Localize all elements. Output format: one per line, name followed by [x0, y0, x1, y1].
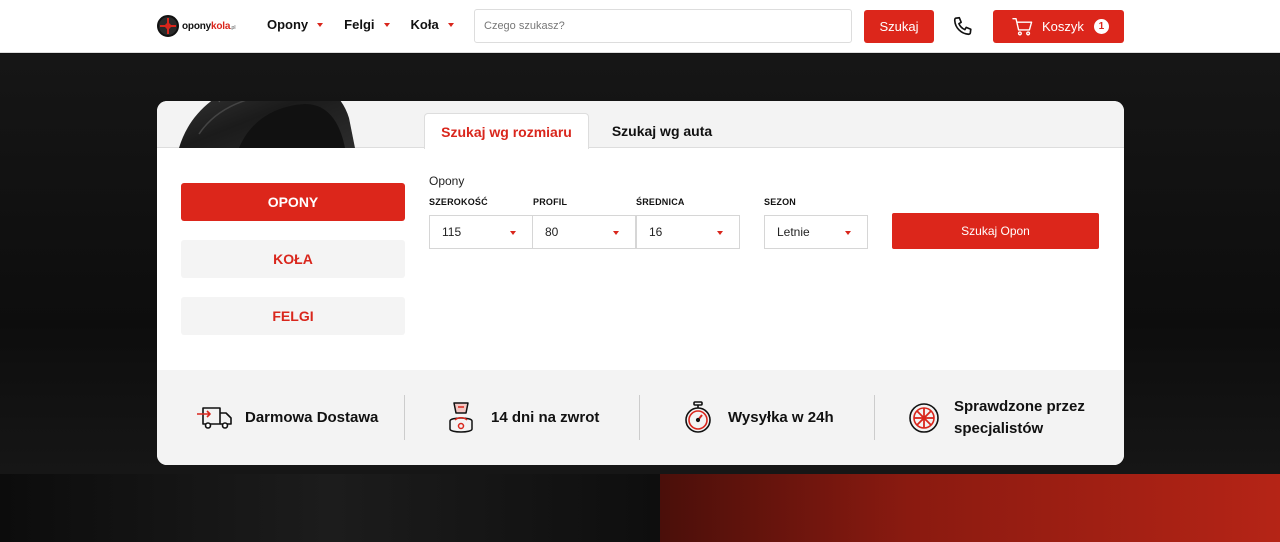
caret-down-icon — [510, 231, 516, 235]
divider — [639, 395, 640, 440]
tab-search-by-size[interactable]: Szukaj wg rozmiaru — [424, 113, 589, 149]
search-input[interactable] — [474, 9, 852, 43]
category-opony-button[interactable]: OPONY — [181, 183, 405, 221]
feature-text: Sprawdzone przez specjalistów — [954, 397, 1085, 437]
feature-text: Darmowa Dostawa — [245, 408, 379, 426]
site-logo[interactable]: oponykola.pl — [157, 14, 236, 38]
nav-item-opony[interactable]: Opony — [267, 17, 324, 32]
category-kola-button[interactable]: KOŁA — [181, 240, 405, 278]
divider — [404, 395, 405, 440]
cart-count-badge: 1 — [1093, 19, 1109, 34]
width-label: SZEROKOŚĆ — [429, 197, 488, 207]
section-label: Opony — [429, 174, 465, 188]
width-select[interactable]: 115 — [429, 215, 533, 249]
caret-down-icon — [447, 22, 454, 27]
search-button[interactable]: Szukaj — [864, 10, 934, 43]
feature-returns: 14 dni na zwrot — [441, 370, 599, 465]
wheel-check-icon — [909, 402, 939, 433]
diameter-select[interactable]: 16 — [636, 215, 740, 249]
category-felgi-button[interactable]: FELGI — [181, 297, 405, 335]
feature-shipping-24h: Wysyłka w 24h — [678, 370, 834, 465]
select-value: 16 — [649, 225, 663, 239]
nav-item-felgi[interactable]: Felgi — [344, 17, 390, 32]
logo-text: oponykola.pl — [182, 20, 236, 32]
nav-label: Koła — [410, 17, 439, 32]
select-value: Letnie — [777, 225, 810, 239]
feature-verified: Sprawdzone przez specjalistów — [904, 370, 1104, 465]
nav-item-kola[interactable]: Koła — [411, 17, 454, 32]
hero-red-strip — [660, 474, 1280, 542]
cart-button[interactable]: Koszyk 1 — [993, 10, 1124, 43]
search-tires-button[interactable]: Szukaj Opon — [892, 213, 1099, 249]
delivery-truck-icon — [197, 406, 232, 429]
feature-text: Wysyłka w 24h — [728, 408, 834, 426]
season-select[interactable]: Letnie — [764, 215, 868, 249]
main-nav: Opony Felgi Koła — [267, 17, 475, 32]
stopwatch-icon — [685, 400, 711, 433]
hero-dark-strip — [0, 474, 660, 542]
caret-down-icon — [845, 231, 851, 235]
divider — [874, 395, 875, 440]
feature-text: 14 dni na zwrot — [491, 408, 600, 426]
wheel-logo-icon — [157, 15, 179, 37]
caret-down-icon — [383, 22, 390, 27]
season-label: SEZON — [764, 197, 797, 207]
phone-icon[interactable] — [952, 15, 974, 37]
tire-search-panel: Szukaj wg rozmiaru Szukaj wg auta OPONY … — [157, 101, 1124, 465]
caret-down-icon — [317, 22, 324, 27]
feature-free-delivery: Darmowa Dostawa — [195, 370, 378, 465]
cart-label: Koszyk — [1042, 19, 1084, 34]
shopping-cart-icon — [1012, 18, 1033, 36]
profile-select[interactable]: 80 — [532, 215, 636, 249]
profile-label: PROFIL — [533, 197, 568, 207]
return-box-icon — [449, 401, 473, 433]
diameter-label: ŚREDNICA — [636, 197, 685, 207]
features-bar: Darmowa Dostawa 14 dni na zwrot Wysyłka … — [157, 370, 1124, 465]
site-header: oponykola.pl Opony Felgi Koła Szukaj Kos… — [0, 0, 1280, 53]
caret-down-icon — [613, 231, 619, 235]
tab-search-by-car[interactable]: Szukaj wg auta — [602, 113, 722, 149]
nav-label: Opony — [267, 17, 309, 32]
tire-image — [179, 101, 355, 148]
select-value: 80 — [545, 225, 559, 239]
caret-down-icon — [717, 231, 723, 235]
select-value: 115 — [442, 225, 462, 239]
nav-label: Felgi — [344, 17, 375, 32]
